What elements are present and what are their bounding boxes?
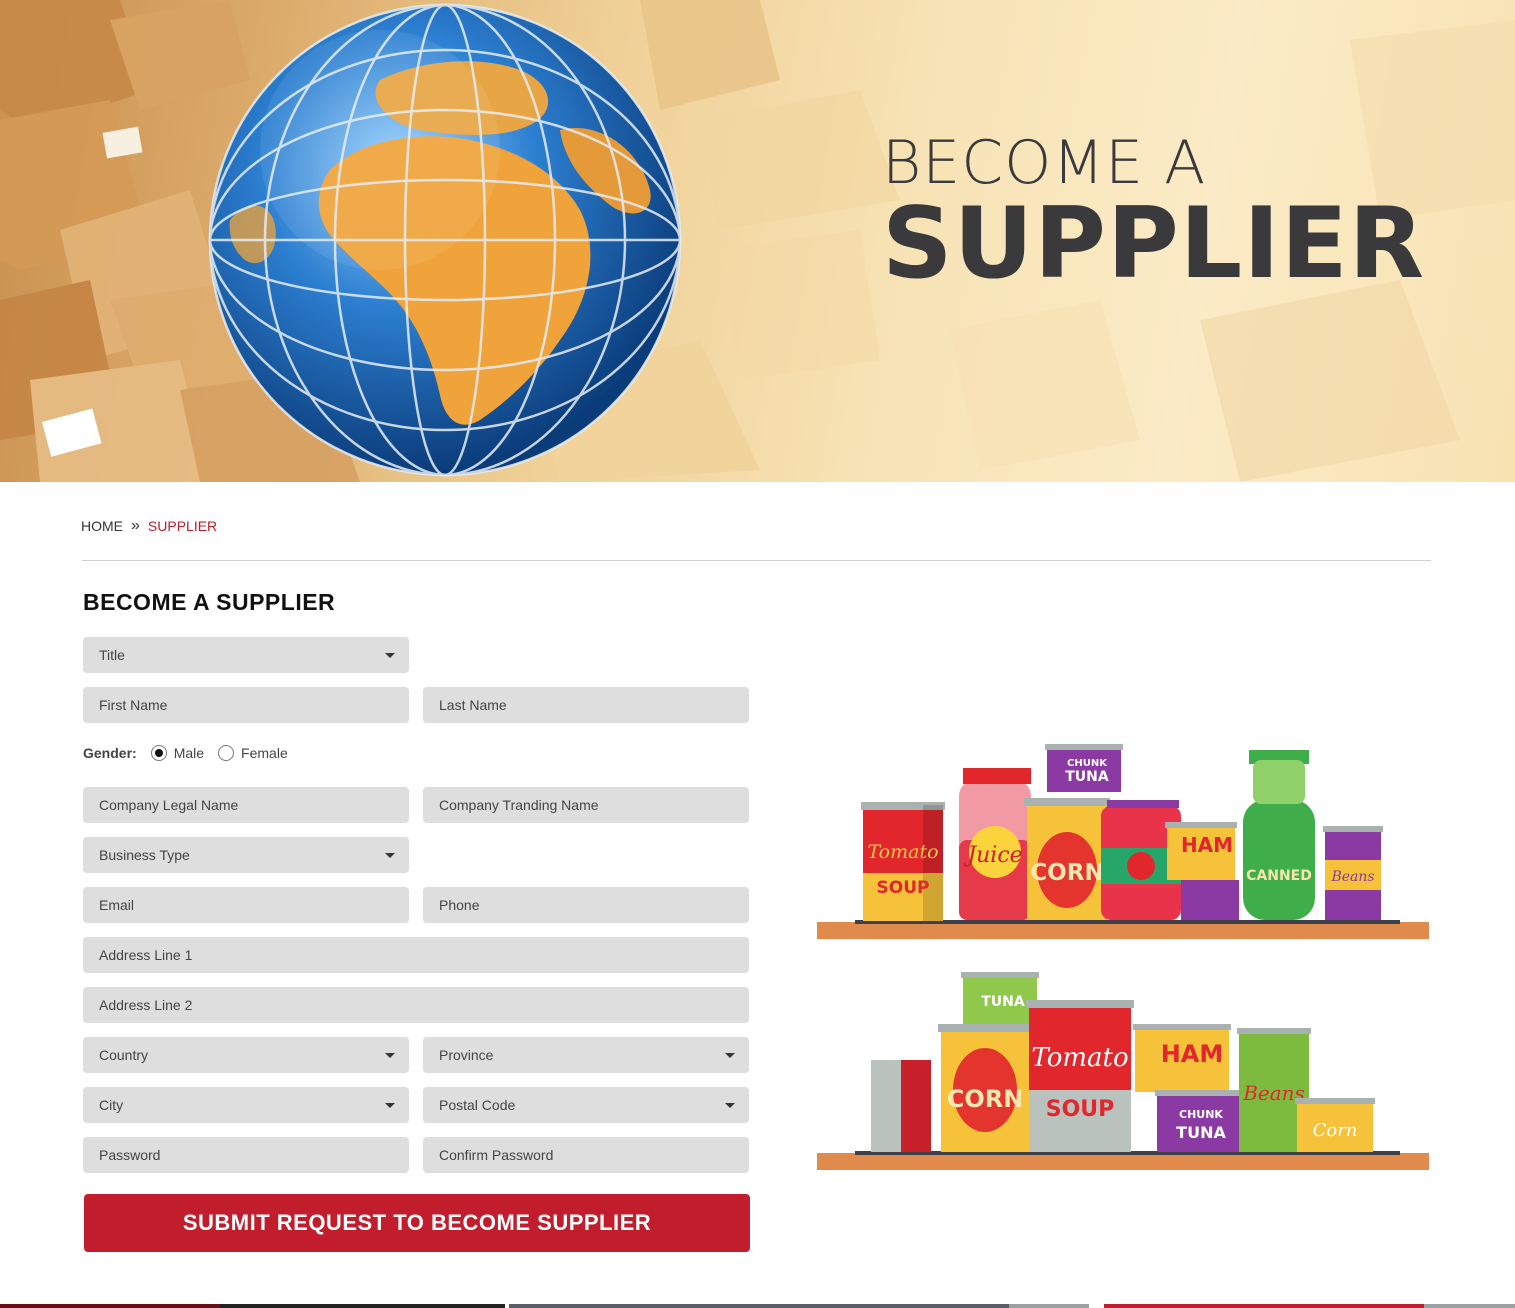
gender-option-male[interactable]: Male: [150, 745, 205, 761]
corn-label-2: CORN: [947, 1085, 1024, 1113]
confirm-password-input[interactable]: Confirm Password: [423, 1137, 749, 1173]
hero-title: BECOME A SUPPLIER: [882, 128, 1425, 294]
country-value: Country: [99, 1047, 149, 1063]
password-input[interactable]: Password: [83, 1137, 409, 1173]
title-select[interactable]: Title: [83, 637, 409, 673]
address-line-2-placeholder: Address Line 2: [99, 997, 193, 1013]
juice-label: Juice: [963, 843, 1022, 868]
form-title: BECOME A SUPPLIER: [83, 589, 336, 615]
hero-banner: BECOME A SUPPLIER: [0, 0, 1515, 482]
title-select-value: Title: [99, 647, 125, 663]
breadcrumb-home-link[interactable]: HOME: [81, 518, 123, 534]
ham-label-1: HAM: [1181, 833, 1233, 857]
section-divider: [82, 560, 1431, 561]
address-line-2-input[interactable]: Address Line 2: [83, 987, 749, 1023]
tomato-label-2: Tomato: [1031, 1043, 1128, 1073]
postal-code-select[interactable]: Postal Code: [423, 1087, 749, 1123]
last-name-input[interactable]: Last Name: [423, 687, 749, 723]
soup-label: SOUP: [877, 878, 930, 898]
postal-code-value: Postal Code: [439, 1097, 516, 1113]
address-line-1-placeholder: Address Line 1: [99, 947, 193, 963]
corn-label: CORN: [1030, 860, 1103, 886]
breadcrumb: HOME » SUPPLIER: [81, 517, 217, 535]
phone-placeholder: Phone: [439, 897, 480, 913]
company-trading-name-placeholder: Company Tranding Name: [439, 797, 599, 813]
breadcrumb-current: SUPPLIER: [147, 518, 218, 534]
password-placeholder: Password: [99, 1147, 161, 1163]
address-line-1-input[interactable]: Address Line 1: [83, 937, 749, 973]
country-select[interactable]: Country: [83, 1037, 409, 1073]
tuna-label-2: TUNA: [981, 994, 1025, 1010]
gender-group: Gender: Male Female: [83, 745, 302, 761]
tuna-label-1: TUNA: [1065, 769, 1109, 785]
footer-top-strip: [0, 1304, 1515, 1308]
male-radio-label: Male: [173, 745, 205, 761]
submit-supplier-request-button[interactable]: SUBMIT REQUEST TO BECOME SUPPLIER: [84, 1194, 750, 1252]
tomato-label: Tomato: [867, 841, 938, 863]
city-select[interactable]: City: [83, 1087, 409, 1123]
canned-label: CANNED: [1246, 868, 1312, 884]
gender-option-female[interactable]: Female: [218, 745, 288, 761]
business-type-value: Business Type: [99, 847, 190, 863]
phone-input[interactable]: Phone: [423, 887, 749, 923]
last-name-placeholder: Last Name: [439, 697, 507, 713]
female-radio-label: Female: [241, 745, 288, 761]
chunk-label-1: CHUNK: [1067, 758, 1108, 769]
beans-label-1: Beans: [1330, 869, 1374, 885]
company-legal-name-placeholder: Company Legal Name: [99, 797, 239, 813]
female-radio[interactable]: [218, 745, 235, 761]
first-name-input[interactable]: First Name: [83, 687, 409, 723]
chunk-label-2: CHUNK: [1179, 1108, 1223, 1121]
corn-label-3: Corn: [1313, 1120, 1358, 1141]
soup-label-2: SOUP: [1046, 1097, 1115, 1122]
city-value: City: [99, 1097, 124, 1113]
confirm-password-placeholder: Confirm Password: [439, 1147, 554, 1163]
email-placeholder: Email: [99, 897, 135, 913]
province-select[interactable]: Province: [423, 1037, 749, 1073]
company-legal-name-input[interactable]: Company Legal Name: [83, 787, 409, 823]
email-input[interactable]: Email: [83, 887, 409, 923]
hero-title-line2: SUPPLIER: [882, 187, 1426, 301]
ham-label-2: HAM: [1161, 1040, 1224, 1068]
tuna-label-3: TUNA: [1176, 1123, 1226, 1142]
business-type-select[interactable]: Business Type: [83, 837, 409, 873]
canned-goods-illustration: Tomato SOUP Juice CORN CHUNK TUNA HAM CA…: [817, 744, 1429, 1170]
company-trading-name-input[interactable]: Company Tranding Name: [423, 787, 749, 823]
gender-label: Gender:: [83, 745, 137, 761]
breadcrumb-separator: »: [131, 517, 140, 534]
province-value: Province: [439, 1047, 494, 1063]
male-radio[interactable]: [150, 745, 167, 761]
first-name-placeholder: First Name: [99, 697, 168, 713]
